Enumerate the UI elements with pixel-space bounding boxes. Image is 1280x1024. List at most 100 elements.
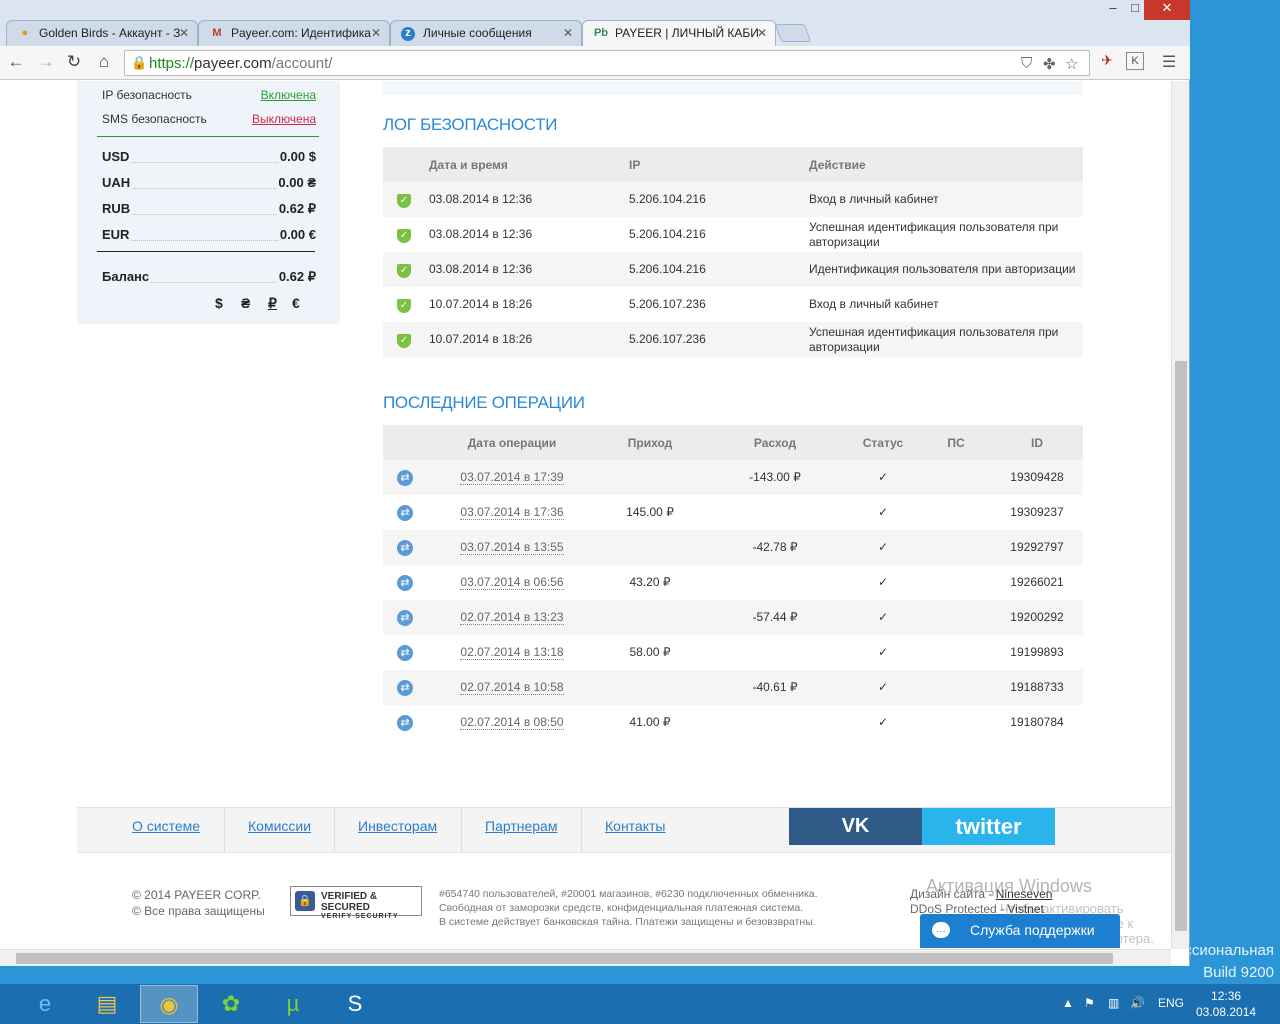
col-datetime: Дата и время	[429, 147, 629, 182]
scroll-thumb[interactable]	[1175, 361, 1187, 931]
taskbar: e ▤ ◉ ✿ µ S ▲ ⚑ ▥ 🔊 ENG 12:36 03.08.2014	[0, 984, 1280, 1024]
vk-button[interactable]: VK	[789, 808, 922, 845]
tray-arrow-icon[interactable]: ▲	[1062, 996, 1074, 1010]
footer-link-about[interactable]: О системе	[132, 818, 200, 834]
exchange-icon: ⇄	[397, 574, 413, 591]
operation-date-link[interactable]: 02.07.2014 в 08:50	[460, 715, 564, 730]
activation-watermark-title: Активация Windows	[926, 876, 1092, 896]
exchange-icon: ⇄	[397, 539, 413, 556]
support-button[interactable]: … Служба поддержки	[920, 914, 1120, 948]
col-ip: IP	[629, 147, 809, 182]
home-icon[interactable]: ⌂	[94, 52, 114, 72]
clock[interactable]: 12:36 03.08.2014	[1196, 988, 1256, 1020]
shield-check-icon: ✓	[397, 263, 411, 278]
footer-link-partners[interactable]: Партнерам	[485, 818, 557, 834]
security-log-table: Дата и время IP Действие ✓ 03.08.2014 в 1…	[383, 147, 1083, 357]
address-bar[interactable]: 🔒 https://payeer.com/account/ ⛉ ✤ ☆	[124, 50, 1090, 76]
tab-payeer-identification[interactable]: M Payeer.com: Идентифика ✕	[198, 20, 390, 46]
tab-golden-birds[interactable]: ● Golden Birds - Аккаунт - З ✕	[6, 20, 198, 46]
table-row: ✓ 10.07.2014 в 18:26 5.206.107.236 Успешная…	[383, 322, 1083, 357]
currency-uah-button[interactable]: ₴	[241, 295, 250, 311]
network-icon[interactable]: ▥	[1108, 996, 1119, 1010]
operation-date-link[interactable]: 03.07.2014 в 06:56	[460, 575, 564, 590]
close-window-button[interactable]: ✕	[1144, 0, 1190, 20]
tab-messages[interactable]: z Личные сообщения ✕	[390, 20, 582, 46]
table-row: ✓ 03.08.2014 в 12:36 5.206.104.216 Успешная…	[383, 217, 1083, 252]
action-center-icon[interactable]: ⚑	[1084, 996, 1095, 1010]
currency-usd-button[interactable]: $	[215, 295, 223, 311]
top-panel-edge	[383, 81, 1083, 95]
skype-icon[interactable]: S	[326, 985, 384, 1023]
internet-explorer-icon[interactable]: e	[16, 985, 74, 1023]
table-row: ✓ 03.08.2014 в 12:36 5.206.104.216 Идентифи…	[383, 252, 1083, 287]
close-tab-icon[interactable]: ✕	[563, 26, 573, 40]
vertical-scrollbar[interactable]	[1171, 81, 1189, 949]
operation-date-link[interactable]: 02.07.2014 в 13:18	[460, 645, 564, 660]
menu-icon[interactable]: ☰	[1158, 52, 1180, 72]
account-sidebar: IP безопасность Включена SMS безопасност…	[77, 81, 340, 324]
table-row: ⇄ 03.07.2014 в 17:39 -143.00 ₽ ✓ 19309428	[383, 460, 1083, 495]
flag-extension-icon[interactable]: ✈	[1096, 52, 1118, 69]
table-row: ⇄ 02.07.2014 в 13:23 -57.44 ₽ ✓ 19200292	[383, 600, 1083, 635]
footer-link-contacts[interactable]: Контакты	[605, 818, 665, 834]
currency-eur-button[interactable]: €	[292, 295, 300, 311]
exchange-icon: ⇄	[397, 679, 413, 696]
close-tab-icon[interactable]: ✕	[179, 26, 189, 40]
sms-security-label: SMS безопасность	[102, 112, 207, 126]
operation-date-link[interactable]: 02.07.2014 в 10:58	[460, 680, 564, 695]
sms-security-status[interactable]: Выключена	[252, 112, 316, 126]
ip-security-status[interactable]: Включена	[261, 88, 316, 102]
footer-link-investors[interactable]: Инвесторам	[358, 818, 437, 834]
twitter-button[interactable]: twitter	[922, 808, 1055, 845]
horizontal-scrollbar[interactable]	[0, 949, 1171, 966]
browser-toolbar: ← → ↻ ⌂ 🔒 https://payeer.com/account/ ⛉ …	[0, 46, 1190, 80]
shield-check-icon: ✓	[397, 333, 411, 348]
utorrent-icon[interactable]: µ	[264, 985, 322, 1023]
tab-label: Личные сообщения	[423, 26, 532, 40]
tab-strip: ● Golden Birds - Аккаунт - З ✕ M Payeer.…	[0, 0, 1190, 46]
shield-check-icon: ✓	[397, 193, 411, 208]
currency-rub-button[interactable]: ₽	[268, 295, 277, 312]
exchange-icon: ⇄	[397, 504, 413, 521]
col-expense: Расход	[705, 425, 845, 460]
copyright: © 2014 PAYEER CORP. © Все права защищены	[132, 888, 265, 918]
tab-payeer-account[interactable]: Pb PAYEER | ЛИЧНЫЙ КАБИ ✕	[582, 20, 776, 46]
footer-link-fees[interactable]: Комиссии	[248, 818, 311, 834]
table-row: ✓ 10.07.2014 в 18:26 5.206.107.236 Вход в л…	[383, 287, 1083, 322]
extension-icon[interactable]: ✤	[1043, 55, 1056, 73]
operation-date-link[interactable]: 03.07.2014 в 13:55	[460, 540, 564, 555]
shield-check-icon: ✓	[397, 228, 411, 243]
egg-icon: ●	[21, 27, 29, 39]
table-row: ⇄ 03.07.2014 в 17:36 145.00 ₽ ✓ 19309237	[383, 495, 1083, 530]
z-icon: z	[401, 27, 415, 41]
payeer-icon: Pb	[593, 27, 609, 39]
back-arrow-icon[interactable]: ←	[6, 52, 26, 72]
operation-date-link[interactable]: 02.07.2014 в 13:23	[460, 610, 564, 625]
scroll-thumb[interactable]	[16, 953, 1113, 964]
close-tab-icon[interactable]: ✕	[371, 26, 381, 40]
forward-arrow-icon[interactable]: →	[36, 52, 56, 72]
verified-secured-badge[interactable]: 🔒 VERIFIED & SECURED VERIFY SECURITY	[290, 886, 422, 920]
gmail-icon: M	[212, 27, 222, 39]
file-explorer-icon[interactable]: ▤	[78, 985, 136, 1023]
divider	[97, 136, 319, 137]
shield-check-icon: ✓	[397, 298, 411, 313]
bookmark-star-icon[interactable]: ☆	[1065, 55, 1078, 73]
operation-date-link[interactable]: 03.07.2014 в 17:36	[460, 505, 564, 520]
table-row: ⇄ 02.07.2014 в 08:50 41.00 ₽ ✓ 19180784	[383, 705, 1083, 740]
k-extension-icon[interactable]: K	[1126, 52, 1144, 70]
lock-icon: 🔒	[295, 891, 315, 911]
col-ps: ПС	[921, 425, 991, 460]
icq-icon[interactable]: ✿	[202, 985, 260, 1023]
exchange-icon: ⇄	[397, 644, 413, 661]
close-tab-icon[interactable]: ✕	[757, 26, 767, 40]
language-indicator[interactable]: ENG	[1158, 996, 1184, 1010]
volume-icon[interactable]: 🔊	[1130, 996, 1145, 1010]
shield-icon[interactable]: ⛉	[1021, 55, 1032, 72]
chrome-icon[interactable]: ◉	[140, 985, 198, 1023]
table-row: ✓ 03.08.2014 в 12:36 5.206.104.216 Вход в л…	[383, 182, 1083, 217]
operation-date-link[interactable]: 03.07.2014 в 17:39	[460, 470, 564, 485]
reload-icon[interactable]: ↻	[64, 52, 84, 72]
table-row: ⇄ 03.07.2014 в 13:55 -42.78 ₽ ✓ 19292797	[383, 530, 1083, 565]
new-tab-button[interactable]	[774, 24, 812, 42]
